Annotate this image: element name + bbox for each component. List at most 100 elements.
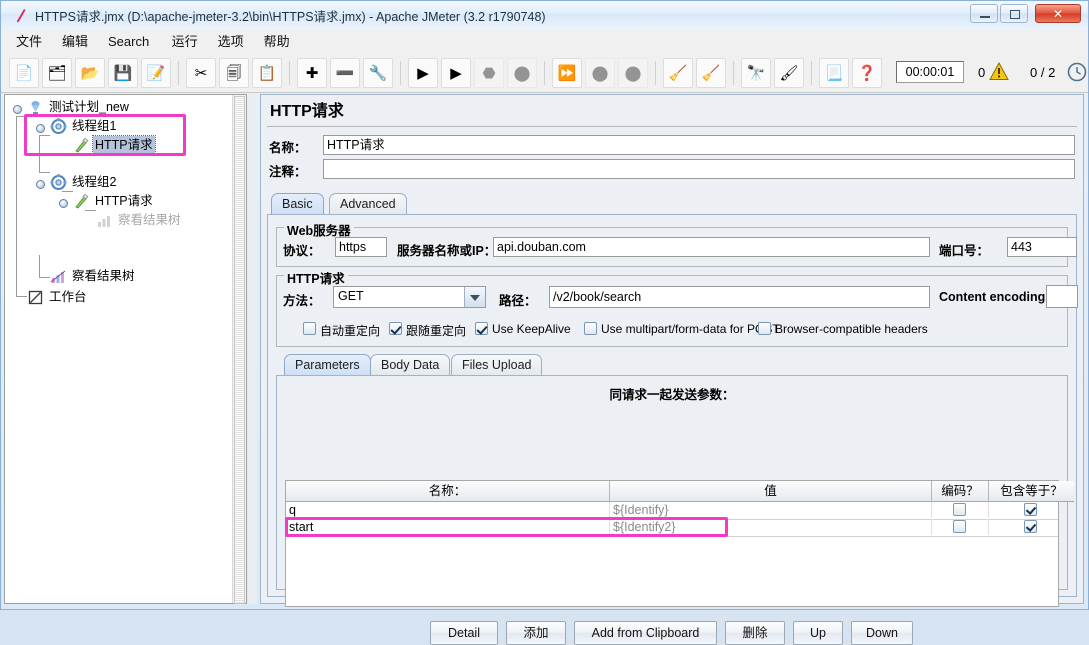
- param-encode-cell[interactable]: [932, 519, 989, 535]
- content-encoding-input[interactable]: [1046, 285, 1078, 308]
- param-name-cell[interactable]: q: [286, 502, 610, 518]
- method-combo[interactable]: GET: [333, 286, 486, 308]
- search-button[interactable]: 🔭: [741, 58, 771, 88]
- tab-parameters[interactable]: Parameters: [284, 354, 371, 375]
- menu-options[interactable]: 选项: [211, 32, 251, 51]
- http-request-editor-pane: HTTP请求 名称： HTTP请求 注释： Basic Advanced Web…: [260, 94, 1084, 645]
- clipboard-icon: 📋: [257, 64, 277, 82]
- param-value-cell[interactable]: ${Identify}: [610, 502, 932, 518]
- menu-search[interactable]: Search: [101, 32, 156, 51]
- comment-input[interactable]: [323, 159, 1075, 179]
- down-button[interactable]: Down: [851, 621, 913, 645]
- http-request-icon: [75, 193, 89, 209]
- clear-all-button[interactable]: 🧹: [696, 58, 726, 88]
- open-button[interactable]: 📂: [75, 58, 105, 88]
- server-label: 服务器名称或IP：: [397, 244, 497, 258]
- new-button[interactable]: 📄: [9, 58, 39, 88]
- toggle-button[interactable]: 🔧: [363, 58, 393, 88]
- copy-button[interactable]: 🗐: [219, 58, 249, 88]
- delete-button[interactable]: 删除: [725, 621, 785, 645]
- save-button[interactable]: 💾: [108, 58, 138, 88]
- save-as-button[interactable]: 📝: [141, 58, 171, 88]
- parameters-table[interactable]: 名称： 值 编码？ 包含等于？ q ${Identify} start ${Id…: [285, 480, 1074, 607]
- param-encode-cell[interactable]: [932, 502, 989, 518]
- start-no-pauses-button[interactable]: ▶: [441, 58, 471, 88]
- checkbox-auto-redirect[interactable]: [303, 322, 316, 335]
- cut-button[interactable]: ✂: [186, 58, 216, 88]
- test-plan-tree[interactable]: 测试计划_new 线程组1 HTTP请求 线程组2 HTTP请求 察看结果树 察…: [5, 95, 232, 603]
- tree-vertical-scrollbar[interactable]: [232, 95, 246, 604]
- remote-start-all-button[interactable]: ⏩: [552, 58, 582, 88]
- server-input[interactable]: api.douban.com: [493, 237, 930, 257]
- menu-help[interactable]: 帮助: [257, 32, 297, 51]
- protocol-input[interactable]: https: [335, 237, 387, 257]
- column-header-value[interactable]: 值: [610, 481, 932, 502]
- menu-run[interactable]: 运行: [165, 32, 205, 51]
- port-input[interactable]: 443: [1007, 237, 1077, 257]
- up-button[interactable]: Up: [793, 621, 843, 645]
- tab-files-upload[interactable]: Files Upload: [451, 354, 543, 375]
- column-header-name[interactable]: 名称：: [286, 481, 610, 502]
- split-pane-divider[interactable]: [248, 94, 257, 604]
- templates-button[interactable]: 🗂: [42, 58, 72, 88]
- method-value: GET: [338, 289, 364, 303]
- play-no-pause-icon: ▶: [450, 64, 462, 82]
- clear-button[interactable]: 🧹: [663, 58, 693, 88]
- scrollbar-thumb[interactable]: [234, 96, 245, 604]
- toolbar-separator: [811, 61, 812, 85]
- checkbox-use-keepalive[interactable]: [475, 322, 488, 335]
- tree-expand-handle-thread-group-2[interactable]: [36, 180, 45, 189]
- protocol-label: 协议：: [283, 244, 321, 258]
- param-include-equals-checkbox[interactable]: [1024, 520, 1037, 533]
- chevron-down-icon[interactable]: [464, 287, 485, 307]
- column-header-include-equals[interactable]: 包含等于？: [989, 481, 1074, 502]
- expand-all-button[interactable]: ✚: [297, 58, 327, 88]
- add-button[interactable]: 添加: [506, 621, 566, 645]
- play-green-icon: ▶: [417, 64, 429, 82]
- checkbox-browser-compatible[interactable]: [758, 322, 771, 335]
- maximize-button[interactable]: [1000, 4, 1028, 23]
- help-book-icon: ❓: [857, 64, 877, 82]
- tree-expand-handle-test-plan[interactable]: [13, 105, 22, 114]
- toolbar-separator: [544, 61, 545, 85]
- minimize-button[interactable]: [970, 4, 998, 23]
- tab-advanced[interactable]: Advanced: [329, 193, 407, 214]
- paste-button[interactable]: 📋: [252, 58, 282, 88]
- name-label: 名称：: [269, 141, 307, 155]
- menu-file[interactable]: 文件: [9, 32, 49, 51]
- tree-selection-box: [24, 114, 186, 156]
- checkbox-browser-compatible-label: Browser-compatible headers: [775, 322, 928, 336]
- menu-edit[interactable]: 编辑: [55, 32, 95, 51]
- shutdown-button: ⬤: [507, 58, 537, 88]
- broom-all-icon: 🧹: [701, 64, 721, 82]
- param-include-equals-checkbox[interactable]: [1024, 503, 1037, 516]
- http-request-legend: HTTP请求: [284, 268, 348, 287]
- tree-expand-handle-http-request-2[interactable]: [59, 199, 68, 208]
- checkbox-multipart[interactable]: [584, 322, 597, 335]
- help-button[interactable]: ❓: [852, 58, 882, 88]
- function-helper-button[interactable]: 📃: [819, 58, 849, 88]
- param-include-equals-cell[interactable]: [989, 519, 1074, 535]
- title-bar: HTTPS请求.jmx (D:\apache-jmeter-3.2\bin\HT…: [1, 1, 1088, 30]
- close-button[interactable]: ✕: [1035, 4, 1081, 23]
- comment-row: 注释：: [267, 159, 1077, 181]
- checkbox-follow-redirect[interactable]: [389, 322, 402, 335]
- column-header-encode[interactable]: 编码？: [932, 481, 989, 502]
- path-input[interactable]: /v2/book/search: [549, 286, 930, 308]
- add-from-clipboard-button[interactable]: Add from Clipboard: [574, 621, 717, 645]
- start-button[interactable]: ▶: [408, 58, 438, 88]
- error-count: 0: [978, 65, 986, 80]
- collapse-all-button[interactable]: ➖: [330, 58, 360, 88]
- search-reset-button[interactable]: 🖌: [774, 58, 804, 88]
- name-input[interactable]: HTTP请求: [323, 135, 1075, 155]
- tab-body-data[interactable]: Body Data: [370, 354, 451, 375]
- http-request-group: HTTP请求 方法： GET 路径： /v2/book/search Conte…: [276, 268, 1078, 347]
- test-plan-tree-pane: 测试计划_new 线程组1 HTTP请求 线程组2 HTTP请求 察看结果树 察…: [4, 94, 247, 604]
- param-encode-checkbox[interactable]: [953, 520, 966, 533]
- param-encode-checkbox[interactable]: [953, 503, 966, 516]
- tab-basic[interactable]: Basic: [271, 193, 324, 214]
- checkbox-use-keepalive-label: Use KeepAlive: [492, 322, 571, 336]
- toolbar-separator: [289, 61, 290, 85]
- param-include-equals-cell[interactable]: [989, 502, 1074, 518]
- detail-button[interactable]: Detail: [430, 621, 498, 645]
